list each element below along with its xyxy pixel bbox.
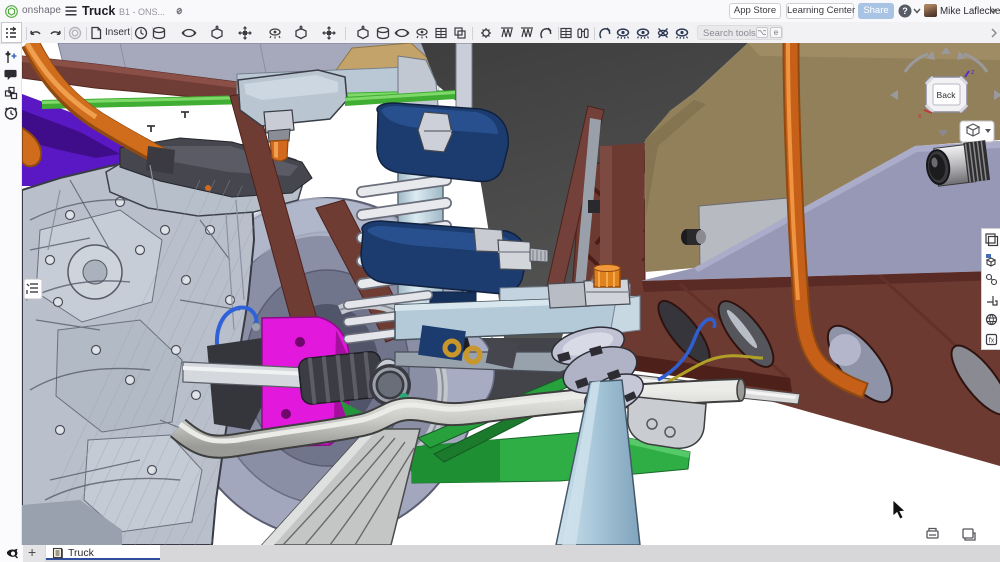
- svg-text:x: x: [918, 113, 922, 120]
- svg-text:fx: fx: [989, 338, 995, 345]
- svg-text:Back: Back: [937, 90, 957, 100]
- svg-text:?: ?: [902, 6, 908, 16]
- svg-text:z: z: [971, 69, 975, 76]
